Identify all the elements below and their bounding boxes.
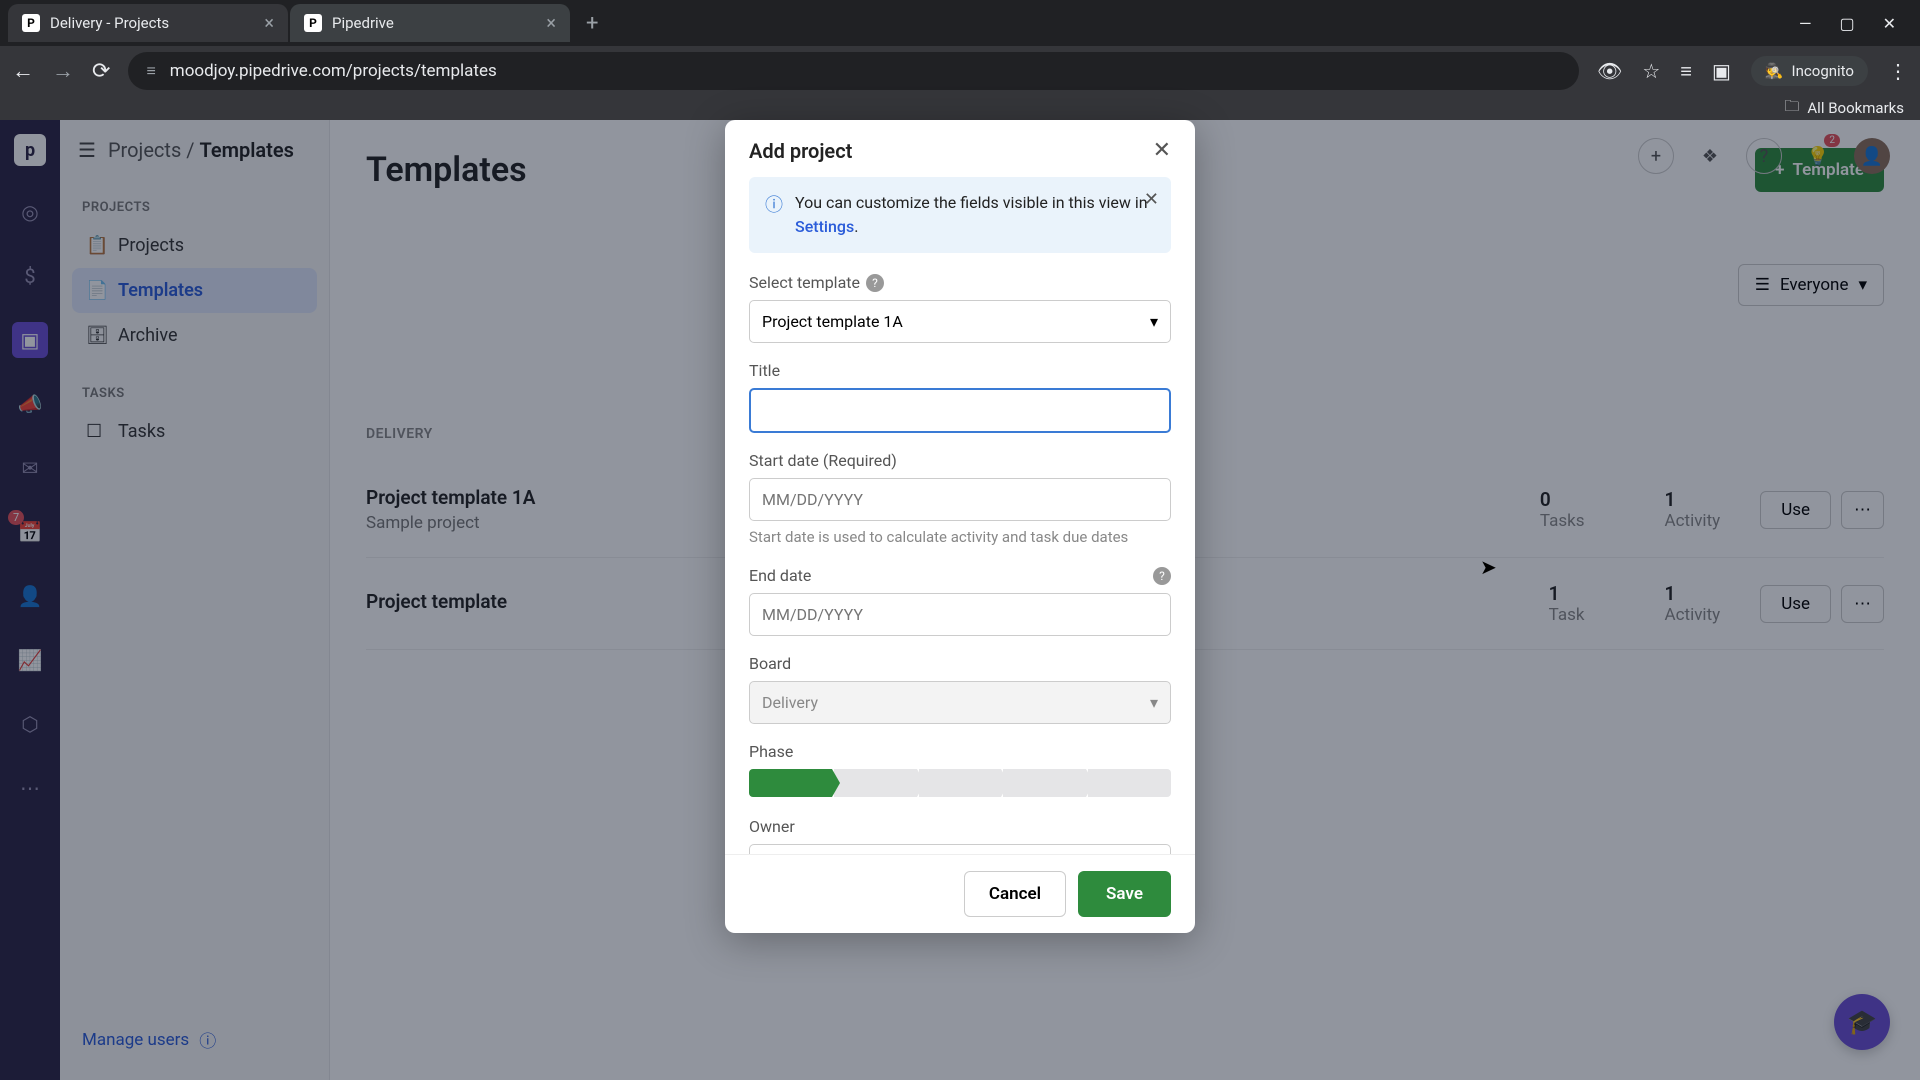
tab-title: Delivery - Projects: [50, 14, 169, 32]
phase-segment[interactable]: [919, 769, 1002, 797]
all-bookmarks-link[interactable]: All Bookmarks: [1807, 99, 1904, 117]
info-icon: ⓘ: [765, 191, 783, 239]
tab-strip: P Delivery - Projects × P Pipedrive × + …: [0, 0, 1920, 46]
kebab-menu-icon[interactable]: ⋮: [1888, 59, 1908, 83]
incognito-chip[interactable]: 🕵 Incognito: [1751, 56, 1868, 86]
add-project-modal: Add project ✕ ⓘ You can customize the fi…: [725, 120, 1195, 933]
window-controls: — ▢ ✕: [1799, 14, 1912, 33]
url-input[interactable]: ≡ moodjoy.pipedrive.com/projects/templat…: [128, 52, 1579, 90]
title-input[interactable]: [749, 388, 1171, 433]
close-window-icon[interactable]: ✕: [1883, 14, 1896, 33]
folder-icon: 🗀: [1784, 96, 1799, 121]
address-bar: ← → ⟳ ≡ moodjoy.pipedrive.com/projects/t…: [0, 46, 1920, 96]
board-value: Delivery: [762, 693, 818, 712]
phase-segment[interactable]: [1003, 769, 1086, 797]
eye-off-icon[interactable]: 👁: [1597, 59, 1622, 83]
panel-icon[interactable]: ▣: [1712, 59, 1731, 83]
phase-selector[interactable]: [749, 769, 1171, 797]
select-template-value: Project template 1A: [762, 312, 903, 331]
favicon: P: [22, 14, 40, 32]
site-info-icon[interactable]: ≡: [146, 61, 155, 81]
phase-segment[interactable]: [749, 769, 832, 797]
title-label: Title: [749, 361, 1171, 380]
new-tab-button[interactable]: +: [572, 11, 612, 36]
incognito-label: Incognito: [1792, 62, 1854, 80]
maximize-icon[interactable]: ▢: [1839, 14, 1854, 33]
board-label: Board: [749, 654, 1171, 673]
board-dropdown[interactable]: Delivery ▾: [749, 681, 1171, 724]
phase-segment[interactable]: [1088, 769, 1171, 797]
close-banner-icon[interactable]: ✕: [1144, 189, 1159, 210]
bookmark-star-icon[interactable]: ☆: [1642, 59, 1660, 83]
help-icon[interactable]: ?: [1153, 567, 1171, 585]
browser-chrome: P Delivery - Projects × P Pipedrive × + …: [0, 0, 1920, 120]
browser-tab[interactable]: P Delivery - Projects ×: [8, 4, 288, 42]
help-icon[interactable]: ?: [866, 274, 884, 292]
forward-icon[interactable]: →: [52, 58, 74, 84]
bookmarks-bar: 🗀 All Bookmarks: [0, 96, 1920, 120]
reload-icon[interactable]: ⟳: [92, 59, 110, 84]
close-icon[interactable]: ✕: [1153, 138, 1171, 163]
favicon: P: [304, 14, 322, 32]
close-icon[interactable]: ×: [264, 13, 274, 34]
select-template-label: Select template ?: [749, 273, 1171, 292]
save-button[interactable]: Save: [1078, 871, 1171, 917]
start-date-label: Start date (Required): [749, 451, 1171, 470]
owner-label: Owner: [749, 817, 1171, 836]
start-date-input[interactable]: [749, 478, 1171, 521]
info-text: You can customize the fields visible in …: [795, 191, 1155, 239]
info-banner: ⓘ You can customize the fields visible i…: [749, 177, 1171, 253]
minimize-icon[interactable]: —: [1799, 14, 1812, 33]
start-date-hint: Start date is used to calculate activity…: [749, 527, 1171, 548]
close-icon[interactable]: ×: [546, 13, 556, 34]
cancel-button[interactable]: Cancel: [964, 871, 1066, 917]
tab-title: Pipedrive: [332, 14, 394, 32]
phase-label: Phase: [749, 742, 1171, 761]
settings-link[interactable]: Settings: [795, 217, 854, 236]
chevron-down-icon: ▾: [1150, 312, 1158, 331]
select-template-dropdown[interactable]: Project template 1A ▾: [749, 300, 1171, 343]
chevron-down-icon: ▾: [1150, 693, 1158, 712]
end-date-label: End date ?: [749, 566, 1171, 585]
incognito-icon: 🕵: [1765, 62, 1784, 80]
url-text: moodjoy.pipedrive.com/projects/templates: [170, 61, 497, 81]
end-date-input[interactable]: [749, 593, 1171, 636]
modal-title: Add project: [749, 139, 852, 163]
owner-dropdown[interactable]: [749, 844, 1171, 854]
back-icon[interactable]: ←: [12, 58, 34, 84]
browser-tab[interactable]: P Pipedrive ×: [290, 4, 570, 42]
phase-segment[interactable]: [834, 769, 917, 797]
playlist-icon[interactable]: ≡: [1680, 59, 1692, 84]
